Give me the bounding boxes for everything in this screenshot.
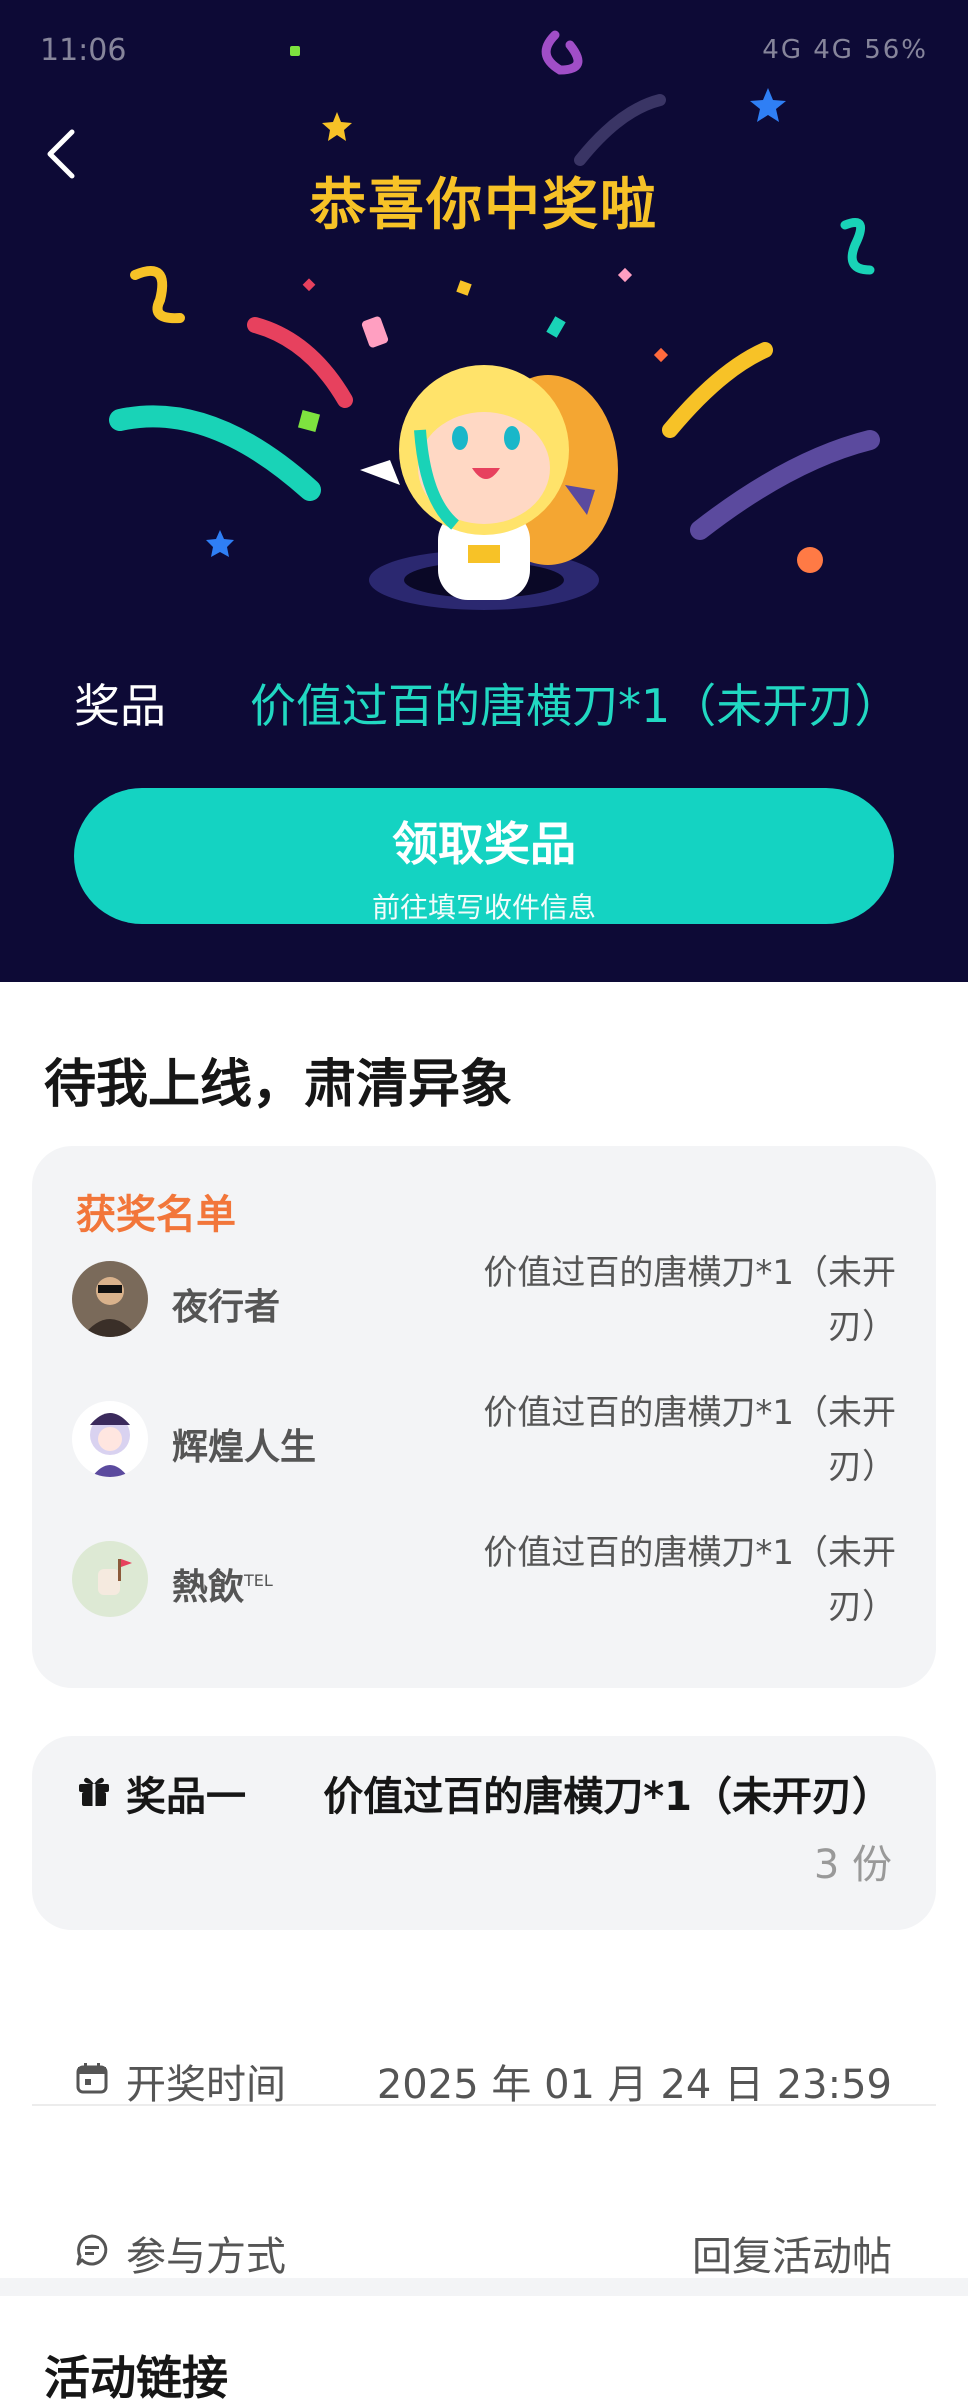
winner-row: 辉煌人生 价值过百的唐横刀*1（未开 刃） <box>72 1386 896 1496</box>
claim-button-title: 领取奖品 <box>392 817 576 871</box>
section-divider <box>0 2278 968 2296</box>
claim-prize-button[interactable]: 领取奖品 前往填写收件信息 <box>74 788 894 924</box>
winner-name[interactable]: 熱飲TEL <box>172 1558 273 1610</box>
winner-prize-line: 刃） <box>828 1307 896 1347</box>
winner-prize: 价值过百的唐横刀*1（未开 刃） <box>476 1526 896 1634</box>
participation-value[interactable]: 回复活动帖 <box>692 2224 892 2282</box>
participation-label: 参与方式 <box>126 2234 286 2280</box>
prize-item-card: 奖品一 价值过百的唐横刀*1（未开刃） 3 份 <box>32 1736 936 1930</box>
winner-prize: 价值过百的唐横刀*1（未开 刃） <box>476 1246 896 1354</box>
activity-links-title: 活动链接 <box>44 2351 228 2405</box>
draw-time-value: 2025 年 01 月 24 日 23:59 <box>376 2062 892 2108</box>
winner-name-text: 熱飲 <box>172 1567 245 1608</box>
status-bar: 11:06 4G 4G 56% <box>40 30 928 70</box>
claim-button-subtitle: 前往填写收件信息 <box>371 891 596 924</box>
winner-prize-line: 刃） <box>828 1447 896 1487</box>
status-time: 11:06 <box>40 32 127 68</box>
avatar[interactable] <box>72 1541 148 1617</box>
winner-row: 夜行者 价值过百的唐横刀*1（未开 刃） <box>72 1246 896 1356</box>
gift-icon <box>76 1772 112 1808</box>
prize-item-label: 奖品一 <box>126 1774 246 1820</box>
calendar-icon <box>74 2060 110 2096</box>
draw-time-row: 开奖时间 2025 年 01 月 24 日 23:59 <box>32 2016 936 2136</box>
congrats-title: 恭喜你中奖啦 <box>310 173 658 238</box>
status-indicators: 4G 4G 56% <box>762 35 928 65</box>
chat-bubble-icon <box>74 2232 110 2268</box>
winner-prize: 价值过百的唐横刀*1（未开 刃） <box>476 1386 896 1494</box>
winner-name[interactable]: 辉煌人生 <box>172 1418 316 1470</box>
winner-prize-line: 价值过百的唐横刀*1（未开 <box>483 1533 896 1573</box>
prize-value: 价值过百的唐横刀*1（未开刃） <box>250 679 901 733</box>
draw-time-label: 开奖时间 <box>126 2062 286 2108</box>
winner-prize-line: 价值过百的唐横刀*1（未开 <box>483 1253 896 1293</box>
divider <box>32 2104 936 2106</box>
winner-name-sup: TEL <box>244 1571 273 1590</box>
event-details: 待我上线，肃清异象 获奖名单 夜行者 价值过百的唐横刀*1（未开 刃） 辉煌人生… <box>0 982 968 2405</box>
winner-row: 熱飲TEL 价值过百的唐横刀*1（未开 刃） <box>72 1526 896 1636</box>
hero-banner: 11:06 4G 4G 56% 恭喜你中奖啦 奖品 价值过百的唐横刀*1（未开刃… <box>0 0 968 982</box>
winner-prize-line: 价值过百的唐横刀*1（未开 <box>483 1393 896 1433</box>
winners-card: 获奖名单 夜行者 价值过百的唐横刀*1（未开 刃） 辉煌人生 价值过百的唐横刀*… <box>32 1146 936 1688</box>
avatar[interactable] <box>72 1261 148 1337</box>
winner-name[interactable]: 夜行者 <box>172 1278 280 1330</box>
winners-title: 获奖名单 <box>76 1192 236 1238</box>
prize-label: 奖品 <box>74 679 166 733</box>
avatar[interactable] <box>72 1401 148 1477</box>
prize-summary: 奖品 价值过百的唐横刀*1（未开刃） <box>0 660 968 733</box>
prize-item-value: 价值过百的唐横刀*1（未开刃） <box>323 1774 892 1820</box>
prize-item-count: 3 份 <box>813 1842 892 1888</box>
winner-prize-line: 刃） <box>828 1587 896 1627</box>
event-title: 待我上线，肃清异象 <box>44 1055 513 1115</box>
